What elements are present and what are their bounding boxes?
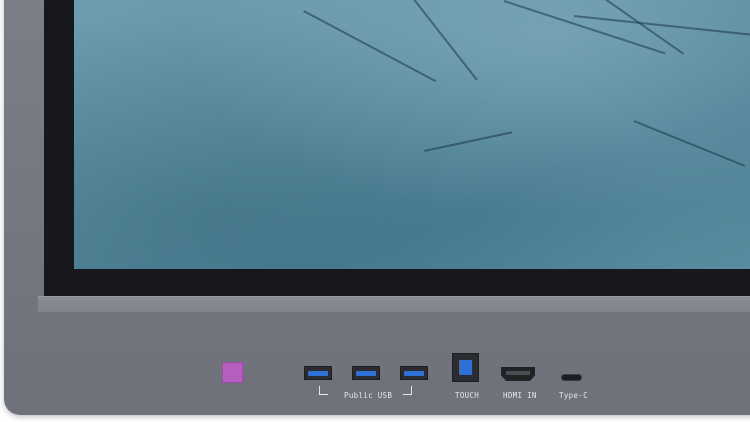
hdmi-port: [501, 367, 535, 381]
bezel-edge: [38, 296, 750, 312]
ice-crack: [303, 10, 437, 82]
hdmi-label: HDMI IN: [503, 391, 537, 400]
type-c-label: Type-C: [559, 391, 588, 400]
public-usb-label: Public USB: [344, 391, 393, 400]
power-indicator-light: [222, 362, 243, 383]
ice-crack: [503, 0, 666, 54]
ice-crack: [633, 120, 746, 167]
usb-bracket-left: [319, 386, 328, 395]
touch-label: TOUCH: [455, 391, 480, 400]
usb-port-1: [304, 366, 332, 380]
ice-crack: [593, 0, 685, 55]
usb-bracket-right: [403, 386, 412, 395]
display-screen: [74, 0, 750, 269]
ice-crack: [424, 131, 513, 152]
usb-port-3: [400, 366, 428, 380]
touch-usb-b-port: [452, 353, 479, 382]
usb-port-2: [352, 366, 380, 380]
type-c-port: [561, 374, 582, 381]
